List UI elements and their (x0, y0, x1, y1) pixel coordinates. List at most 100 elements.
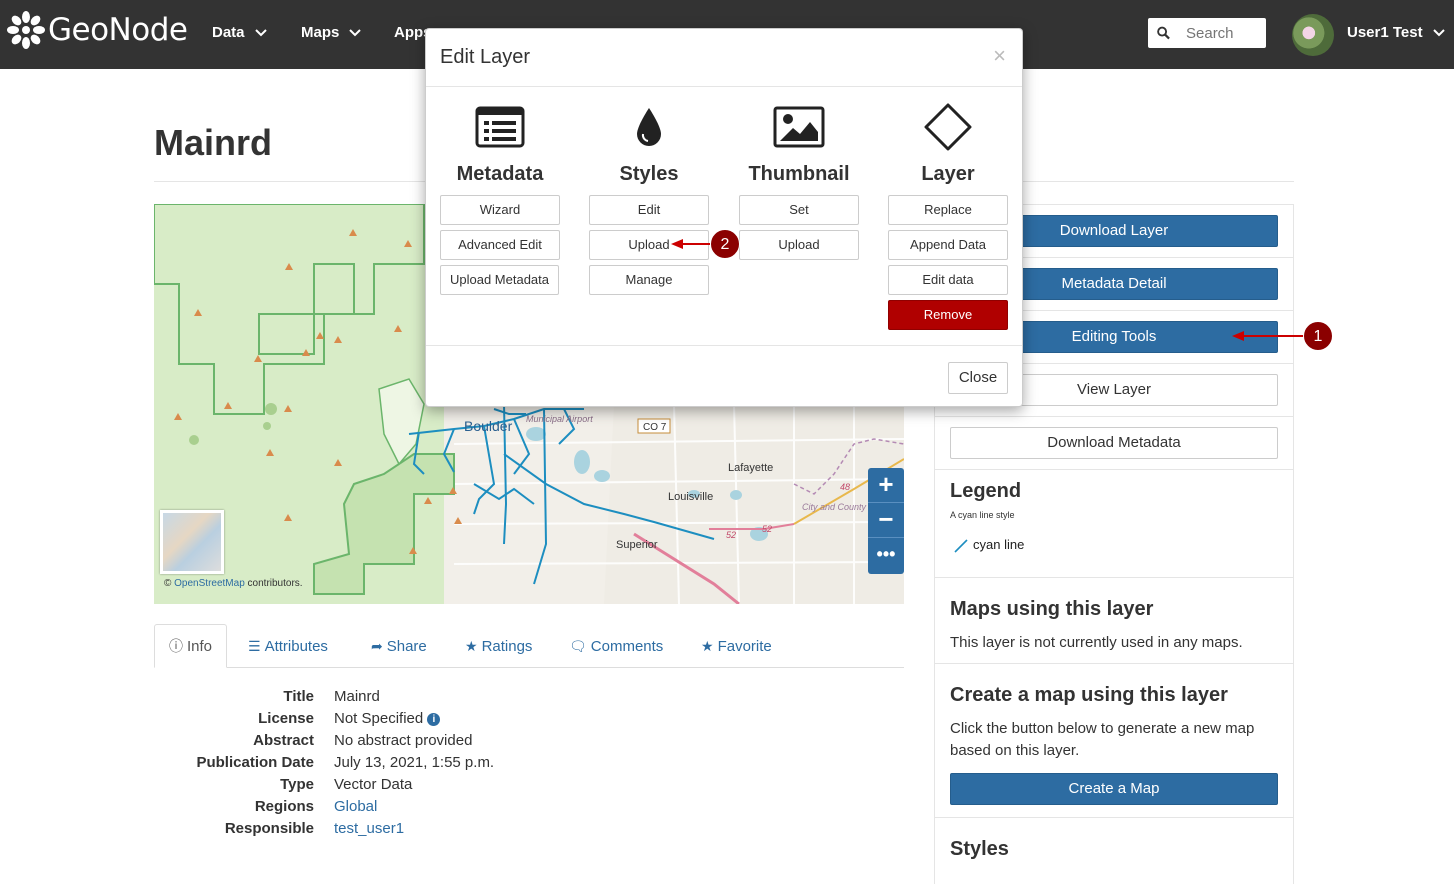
arrowhead-left-icon (1232, 331, 1244, 341)
tab-share[interactable]: ➦ Share (371, 624, 427, 668)
info-row-abstract: Abstract No abstract provided (154, 732, 754, 754)
tab-comments-label: Comments (590, 637, 664, 655)
zoom-out-button[interactable]: − (868, 503, 904, 538)
info-value: Mainrd (334, 688, 380, 705)
search-icon (1157, 26, 1170, 40)
attribution-symbol: © (164, 578, 172, 589)
map-label-lafayette: Lafayette (728, 462, 773, 474)
metadata-wizard-button[interactable]: Wizard (440, 195, 560, 225)
layer-append-data-button[interactable]: Append Data (888, 230, 1008, 260)
info-row-title: Title Mainrd (154, 688, 754, 710)
tab-ratings[interactable]: ★ Ratings (465, 624, 532, 668)
map-overview-thumbnail[interactable] (160, 510, 224, 574)
layer-column-title: Layer (921, 163, 975, 185)
tab-info-label: Info (187, 637, 213, 655)
tab-share-label: Share (386, 637, 427, 655)
styles-upload-button[interactable]: Upload (589, 230, 709, 260)
edit-layer-modal: Edit Layer × Metadata Wizard Advanced Ed… (425, 28, 1023, 407)
styles-edit-button[interactable]: Edit (589, 195, 709, 225)
info-label: Abstract (253, 732, 314, 749)
sidebar-create-map: Create a map using this layer Click the … (935, 664, 1293, 818)
user-menu[interactable]: User1 Test (1347, 24, 1445, 41)
modal-close-icon[interactable]: × (993, 43, 1006, 69)
map-more-button[interactable]: ••• (868, 538, 904, 573)
maps-using-layer-text: This layer is not currently used in any … (950, 634, 1243, 651)
chevron-down-icon (1432, 28, 1445, 36)
styles-manage-button[interactable]: Manage (589, 265, 709, 295)
create-map-button[interactable]: Create a Map (950, 773, 1278, 805)
upload-metadata-button[interactable]: Upload Metadata (440, 265, 559, 295)
page-title: Mainrd (154, 122, 273, 163)
tab-comments[interactable]: 🗨 Comments (569, 624, 663, 668)
regions-link[interactable]: Global (334, 798, 377, 815)
brand-name: GeoNode (48, 12, 188, 48)
map-zoom-controls: + − ••• (868, 468, 904, 574)
comment-icon: 🗨 (569, 637, 587, 654)
brand-logo[interactable]: GeoNode (6, 10, 188, 50)
arrowhead-left-icon (671, 239, 683, 249)
info-label: Title (283, 688, 314, 705)
tab-attributes[interactable]: ☰ Attributes (248, 624, 328, 668)
user-avatar[interactable] (1292, 14, 1334, 56)
user-name-label: User1 Test (1347, 24, 1423, 41)
map-label-route-48: 48 (840, 482, 850, 492)
legend-title: Legend (950, 480, 1022, 502)
info-value: Not Specified i (334, 710, 441, 727)
info-icon[interactable]: i (427, 713, 441, 726)
attribution-suffix: contributors. (247, 578, 303, 589)
modal-footer: Close (426, 345, 1022, 407)
info-label: Responsible (224, 820, 314, 837)
annotation-marker-1: 1 (1303, 321, 1333, 351)
modal-header: Edit Layer × (426, 29, 1022, 87)
map-label-superior: Superior (616, 539, 658, 551)
list-alt-icon (475, 106, 525, 148)
search-input[interactable] (1184, 23, 1266, 43)
map-label-route-52b: 52 (726, 530, 736, 540)
tab-info[interactable]: ⓘ Info (154, 624, 228, 668)
info-row-publication-date: Publication Date July 13, 2021, 1:55 p.m… (154, 754, 754, 776)
info-label: Type (280, 776, 314, 793)
picture-icon (773, 106, 825, 148)
thumbnail-set-button[interactable]: Set (739, 195, 859, 225)
chevron-down-icon (254, 28, 267, 36)
create-map-text: Click the button below to generate a new… (950, 720, 1255, 759)
thumbnail-upload-button[interactable]: Upload (739, 230, 859, 260)
info-circle-icon: ⓘ (169, 638, 183, 654)
share-icon: ➦ (371, 637, 383, 654)
modal-close-button[interactable]: Close (948, 362, 1008, 394)
nav-data-label: Data (212, 24, 245, 41)
annotation-arrow-1 (1238, 335, 1304, 337)
zoom-in-button[interactable]: + (868, 468, 904, 503)
nav-maps-menu[interactable]: Maps (301, 24, 362, 41)
responsible-link[interactable]: test_user1 (334, 820, 404, 837)
tab-favorite[interactable]: ★ Favorite (701, 624, 772, 668)
layer-remove-button[interactable]: Remove (888, 300, 1008, 330)
tab-ratings-label: Ratings (481, 637, 533, 655)
map-label-louisville: Louisville (668, 491, 713, 503)
sidebar-legend: Legend A cyan line style cyan line (935, 470, 1293, 578)
sidebar-maps-using-layer: Maps using this layer This layer is not … (935, 578, 1293, 664)
sidebar-download-metadata: Download Metadata (935, 417, 1293, 470)
thumbnail-column-title: Thumbnail (748, 163, 850, 185)
layer-column: Layer (888, 99, 1008, 191)
map-label-boulder: Boulder (464, 418, 513, 434)
info-row-license: License Not Specified i (154, 710, 754, 732)
nav-maps-label: Maps (301, 24, 340, 41)
styles-title: Styles (950, 838, 1009, 860)
license-value: Not Specified (334, 710, 424, 727)
annotation-marker-2: 2 (710, 229, 740, 259)
legend-item-label: cyan line (973, 537, 1025, 552)
layer-edit-data-button[interactable]: Edit data (888, 265, 1008, 295)
tint-drop-icon (637, 108, 661, 146)
osm-attribution-link[interactable]: OpenStreetMap (174, 578, 245, 589)
diamond-unchecked-icon (924, 103, 972, 151)
star-icon: ★ (465, 637, 478, 654)
metadata-advanced-edit-button[interactable]: Advanced Edit (440, 230, 560, 260)
download-metadata-button[interactable]: Download Metadata (950, 427, 1278, 459)
modal-title: Edit Layer (440, 46, 531, 68)
search-box (1148, 18, 1266, 48)
info-value: Vector Data (334, 776, 413, 793)
layer-replace-button[interactable]: Replace (888, 195, 1008, 225)
sidebar-styles: Styles (935, 818, 1293, 878)
nav-data-menu[interactable]: Data (212, 24, 267, 41)
